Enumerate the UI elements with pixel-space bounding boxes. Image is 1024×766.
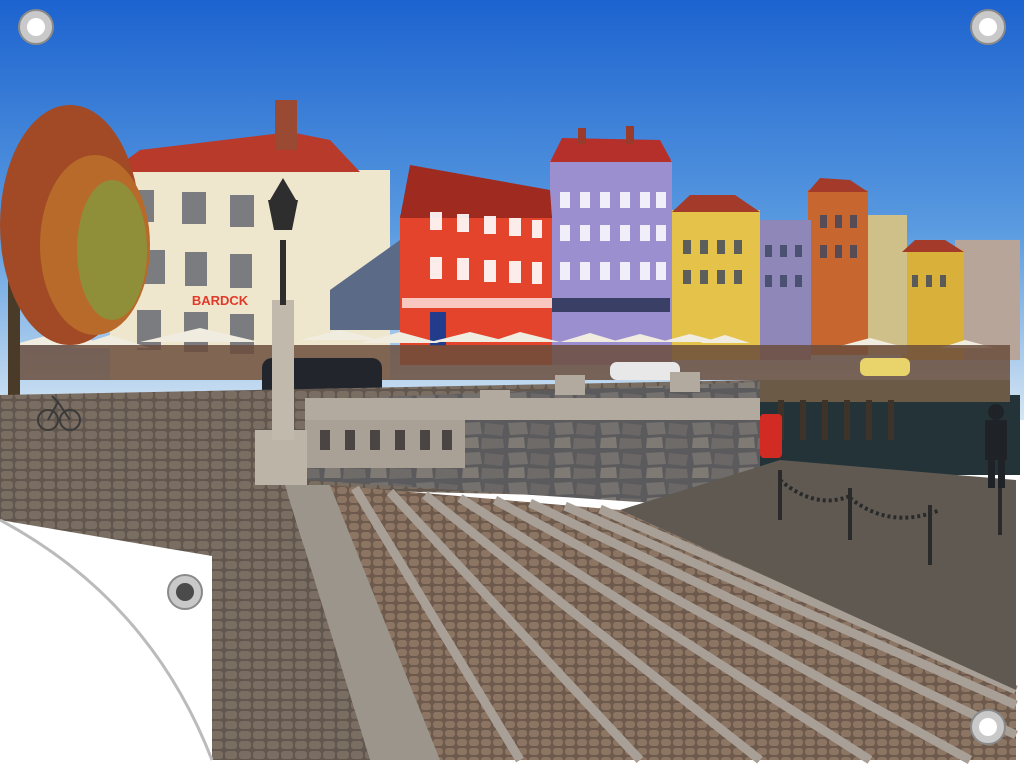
yellow-car xyxy=(860,358,910,376)
wooden-pier xyxy=(760,380,1010,402)
grommet-icon xyxy=(970,9,1006,45)
cafe-row xyxy=(10,345,1010,380)
purple-building xyxy=(550,126,672,365)
garden-poster: BARDCK xyxy=(0,0,1024,766)
curled-corner xyxy=(0,520,212,760)
shop-sign: BARDCK xyxy=(192,293,249,308)
white-car xyxy=(610,362,680,380)
grommet-icon xyxy=(970,709,1006,745)
grommet-icon xyxy=(18,9,54,45)
red-mailbox xyxy=(760,414,782,458)
grommet-icon xyxy=(167,574,203,610)
